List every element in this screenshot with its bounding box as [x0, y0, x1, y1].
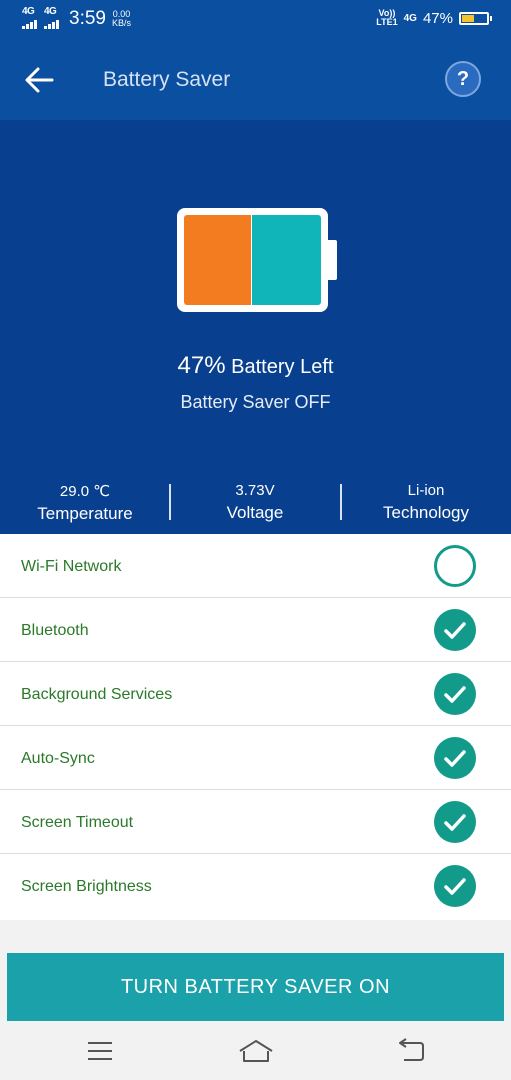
option-label: Screen Timeout — [21, 814, 134, 831]
stat-value: 3.73V — [235, 482, 275, 499]
stat-technology: Li-ion Technology — [341, 482, 511, 523]
volte-indicator: Vo)) LTE1 — [376, 9, 397, 27]
checkmark-circle-icon[interactable] — [434, 673, 476, 715]
back-arrow-icon[interactable] — [22, 62, 58, 98]
battery-terminal — [328, 240, 337, 280]
status-time: 3:59 — [69, 8, 106, 29]
option-screen-timeout[interactable]: Screen Timeout — [0, 790, 511, 854]
back-icon[interactable] — [392, 1035, 432, 1067]
stat-label: Technology — [382, 503, 469, 522]
checkmark-circle-icon[interactable] — [434, 801, 476, 843]
battery-stats: 29.0 ℃ Temperature 3.73V Voltage Li-ion … — [0, 482, 511, 534]
system-nav-bar — [0, 1021, 511, 1080]
option-label: Wi-Fi Network — [21, 558, 122, 575]
stat-value: 29.0 ℃ — [59, 483, 111, 500]
network-type-right: 4G — [403, 12, 417, 24]
option-background-services[interactable]: Background Services — [0, 662, 511, 726]
stat-label: Temperature — [37, 504, 133, 523]
checkmark-circle-icon[interactable] — [434, 609, 476, 651]
battery-left-label: Battery Left — [231, 356, 334, 378]
battery-used-segment — [184, 215, 251, 305]
network-type-2: 4G — [44, 6, 57, 17]
stat-value: Li-ion — [407, 482, 445, 499]
menu-icon[interactable] — [80, 1035, 120, 1067]
app-bar: Battery Saver ? — [0, 40, 511, 120]
option-label: Bluetooth — [21, 622, 89, 639]
status-battery-percent: 47% — [422, 9, 453, 27]
option-label: Auto-Sync — [21, 750, 95, 767]
battery-saver-status: Battery Saver OFF — [180, 392, 331, 412]
signal-icon: 4G — [22, 6, 40, 30]
battery-percent: 47% — [177, 352, 226, 379]
battery-graphic-icon — [177, 208, 328, 312]
battery-hero: 47% Battery Left Battery Saver OFF 29.0 … — [0, 120, 511, 534]
stat-temperature: 29.0 ℃ Temperature — [0, 482, 170, 524]
option-label: Background Services — [21, 686, 173, 703]
network-speed-unit: KB/s — [111, 18, 131, 28]
checkmark-circle-icon[interactable] — [434, 737, 476, 779]
network-speed: 0.00 KB/s — [112, 10, 131, 28]
signal-icon: 4G — [44, 6, 62, 30]
turn-battery-saver-on-button[interactable]: TURN BATTERY SAVER ON — [7, 953, 504, 1021]
status-bar: 4G 4G 3:59 0.00 KB/s Vo)) LTE1 4G 47% — [0, 0, 511, 40]
network-type-1: 4G — [22, 6, 35, 17]
home-icon[interactable] — [236, 1035, 276, 1067]
option-wifi[interactable]: Wi-Fi Network — [0, 534, 511, 598]
option-label: Screen Brightness — [21, 878, 152, 895]
unchecked-circle-icon[interactable] — [434, 545, 476, 587]
status-right: Vo)) LTE1 4G 47% — [376, 9, 492, 27]
status-battery-icon — [459, 11, 492, 25]
option-auto-sync[interactable]: Auto-Sync — [0, 726, 511, 790]
option-screen-brightness[interactable]: Screen Brightness — [0, 854, 511, 920]
stat-voltage: 3.73V Voltage — [170, 482, 340, 523]
lte-label: LTE1 — [376, 17, 398, 27]
status-left: 4G 4G 3:59 0.00 KB/s — [22, 6, 131, 30]
checkmark-circle-icon[interactable] — [434, 865, 476, 907]
page-title: Battery Saver — [103, 68, 231, 91]
saver-options-list: Wi-Fi Network Bluetooth Background Servi… — [0, 534, 511, 920]
battery-left-text: 47% Battery Left — [0, 352, 511, 380]
option-bluetooth[interactable]: Bluetooth — [0, 598, 511, 662]
stat-label: Voltage — [226, 503, 284, 522]
battery-remaining-segment — [252, 215, 321, 305]
help-button[interactable]: ? — [445, 61, 481, 97]
